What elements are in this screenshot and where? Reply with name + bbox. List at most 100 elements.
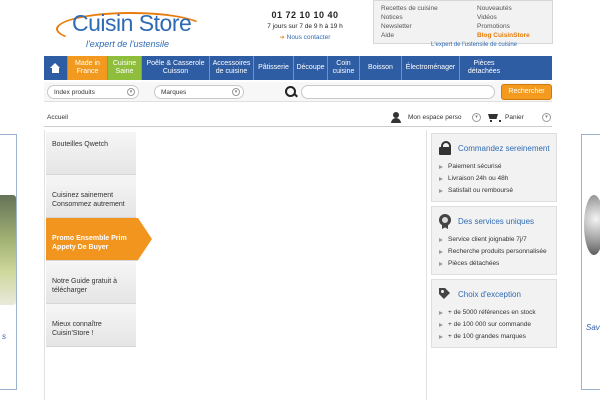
panel-header: Choix d'exception — [438, 286, 550, 302]
breadcrumb[interactable]: Accueil — [47, 114, 68, 121]
nav-label: Découpe — [296, 64, 325, 71]
link-newsletter[interactable]: Newsletter — [381, 22, 438, 31]
nav-pieces-detachees[interactable]: Pièces détachées — [460, 56, 508, 80]
breadcrumb-bar: Accueil Mon espace perso ▾ Panier ▾ — [44, 110, 552, 127]
index-products-label: Index produits — [54, 89, 95, 96]
panel-list: Service client joignable 7j/7 Recherche … — [438, 234, 550, 270]
page-wrapper: Cuisin Store l'expert de l'ustensile 01 … — [42, 0, 560, 400]
side-promo-right[interactable]: Sav — [581, 134, 600, 390]
menu-item-cuisinez-sainement[interactable]: Cuisinez sainement Consommez autrement — [46, 175, 136, 218]
list-item[interactable]: + de 5000 références en stock — [438, 307, 550, 319]
brand-logo[interactable]: Cuisin Store l'expert de l'ustensile — [56, 8, 216, 50]
nav-boisson[interactable]: Boisson — [360, 56, 402, 80]
assurance-panels: Commandez sereinement Paiement sécurisé … — [431, 133, 557, 352]
contact-block: 01 72 10 10 40 7 jours sur 7 de 9 h à 19… — [250, 10, 360, 41]
link-recettes[interactable]: Recettes de cuisine — [381, 4, 438, 13]
list-item[interactable]: Paiement sécurisé — [438, 161, 550, 173]
opening-hours: 7 jours sur 7 de 9 h à 19 h — [267, 23, 343, 30]
panel-title[interactable]: Choix d'exception — [458, 290, 521, 299]
contact-link[interactable]: ➔ Nous contacter — [250, 34, 360, 41]
promo-menu: Bouteilles Qwetch Cuisinez sainement Con… — [46, 132, 152, 347]
menu-item-about[interactable]: Mieux connaître Cuisin'Store ! — [46, 304, 136, 347]
account-chevron-icon[interactable]: ▾ — [472, 113, 481, 122]
nav-label: Poêle & Casserole Cuisson — [146, 60, 205, 75]
panel-commandez: Commandez sereinement Paiement sécurisé … — [431, 133, 557, 202]
panel-title[interactable]: Commandez sereinement — [458, 144, 550, 153]
nav-label: Accessoires de cuisine — [212, 60, 251, 75]
phone-number: 01 72 10 10 40 — [271, 10, 339, 20]
home-button[interactable] — [44, 56, 68, 80]
nav-label: Made in France — [75, 60, 100, 75]
nav-electromenager[interactable]: Électroménager — [402, 56, 460, 80]
link-videos[interactable]: Vidéos — [477, 13, 530, 22]
cart-icon — [487, 113, 501, 122]
nav-patisserie[interactable]: Pâtisserie — [254, 56, 294, 80]
panel-services: Des services uniques Service client joig… — [431, 206, 557, 275]
menu-item-guide[interactable]: Notre Guide gratuit à télécharger — [46, 261, 136, 304]
nav-accessoires[interactable]: Accessoires de cuisine — [210, 56, 254, 80]
chevron-down-icon: ▾ — [232, 88, 240, 96]
nav-made-in-france[interactable]: Made in France — [68, 56, 108, 80]
nav-coin-cuisine[interactable]: Coin cuisine — [328, 56, 360, 80]
chevron-down-icon: ▾ — [127, 88, 135, 96]
asparagus-promo-image — [0, 195, 16, 305]
side-promo-left-text: s — [2, 332, 6, 341]
nav-label: Boisson — [368, 64, 393, 71]
menu-item-label: Mieux connaître Cuisin'Store ! — [52, 321, 102, 337]
list-item[interactable]: Recherche produits personnalisée — [438, 246, 550, 258]
index-products-select[interactable]: Index produits ▾ — [47, 85, 139, 99]
sub-tagline: L'expert de l'ustensile de cuisine — [431, 42, 518, 48]
top-links-col-1: Recettes de cuisine Notices Newsletter A… — [381, 4, 438, 40]
list-item[interactable]: + de 100 grandes marques — [438, 331, 550, 343]
search-icon — [284, 85, 298, 99]
list-item[interactable]: Satisfait ou remboursé — [438, 185, 550, 197]
logo-name: Cuisin Store — [72, 10, 192, 36]
panel-title[interactable]: Des services uniques — [458, 217, 534, 226]
list-item[interactable]: Livraison 24h ou 48h — [438, 173, 550, 185]
list-item[interactable]: + de 100 000 sur commande — [438, 319, 550, 331]
menu-item-promo[interactable]: Promo Ensemble Prim Appety De Buyer — [46, 218, 152, 261]
nav-label: Coin cuisine — [332, 60, 355, 75]
tag-icon — [438, 287, 452, 301]
panel-header: Commandez sereinement — [438, 140, 550, 156]
top-links-box: Recettes de cuisine Notices Newsletter A… — [373, 0, 553, 44]
nav-label: Pièces détachées — [467, 60, 501, 75]
home-icon — [50, 63, 61, 73]
medal-icon — [438, 214, 452, 228]
cart-link[interactable]: Panier — [505, 114, 524, 121]
link-promotions[interactable]: Promotions — [477, 22, 530, 31]
cart-chevron-icon[interactable]: ▾ — [542, 113, 551, 122]
user-icon — [391, 112, 401, 123]
panel-list: + de 5000 références en stock + de 100 0… — [438, 307, 550, 343]
link-nouveautes[interactable]: Nouveautés — [477, 4, 530, 13]
search-button[interactable]: Rechercher — [501, 84, 552, 100]
brands-select[interactable]: Marques ▾ — [154, 85, 244, 99]
nav-label: Cuisine Saine — [112, 60, 137, 75]
list-item[interactable]: Service client joignable 7j/7 — [438, 234, 550, 246]
menu-item-label: Cuisinez sainement Consommez autrement — [52, 192, 125, 208]
my-account-link[interactable]: Mon espace perso — [408, 114, 461, 121]
side-promo-left[interactable]: s — [0, 134, 17, 390]
nav-cuisine-saine[interactable]: Cuisine Saine — [108, 56, 142, 80]
link-aide[interactable]: Aide — [381, 31, 438, 40]
link-blog[interactable]: Blog CuisinStore — [477, 31, 530, 40]
product-promo-image — [584, 195, 600, 255]
nav-poele-casserole[interactable]: Poêle & Casserole Cuisson — [142, 56, 210, 80]
menu-item-label: Promo Ensemble Prim Appety De Buyer — [52, 235, 127, 251]
column-divider — [426, 130, 427, 400]
panel-header: Des services uniques — [438, 213, 550, 229]
arrow-right-icon: ➔ — [279, 35, 285, 41]
list-item[interactable]: Pièces détachées — [438, 258, 550, 270]
top-links-col-2: Nouveautés Vidéos Promotions Blog Cuisin… — [477, 4, 530, 40]
nav-decoupe[interactable]: Découpe — [294, 56, 328, 80]
search-input[interactable] — [301, 85, 495, 99]
nav-label: Électroménager — [405, 64, 456, 71]
menu-item-bouteilles[interactable]: Bouteilles Qwetch — [46, 132, 136, 175]
menu-item-label: Notre Guide gratuit à télécharger — [52, 278, 117, 294]
brands-label: Marques — [161, 89, 187, 96]
search-bar: Index produits ▾ Marques ▾ Rechercher — [44, 82, 552, 102]
link-notices[interactable]: Notices — [381, 13, 438, 22]
logo-tagline: l'expert de l'ustensile — [86, 39, 169, 49]
panel-list: Paiement sécurisé Livraison 24h ou 48h S… — [438, 161, 550, 197]
contact-link-label: Nous contacter — [286, 34, 331, 41]
